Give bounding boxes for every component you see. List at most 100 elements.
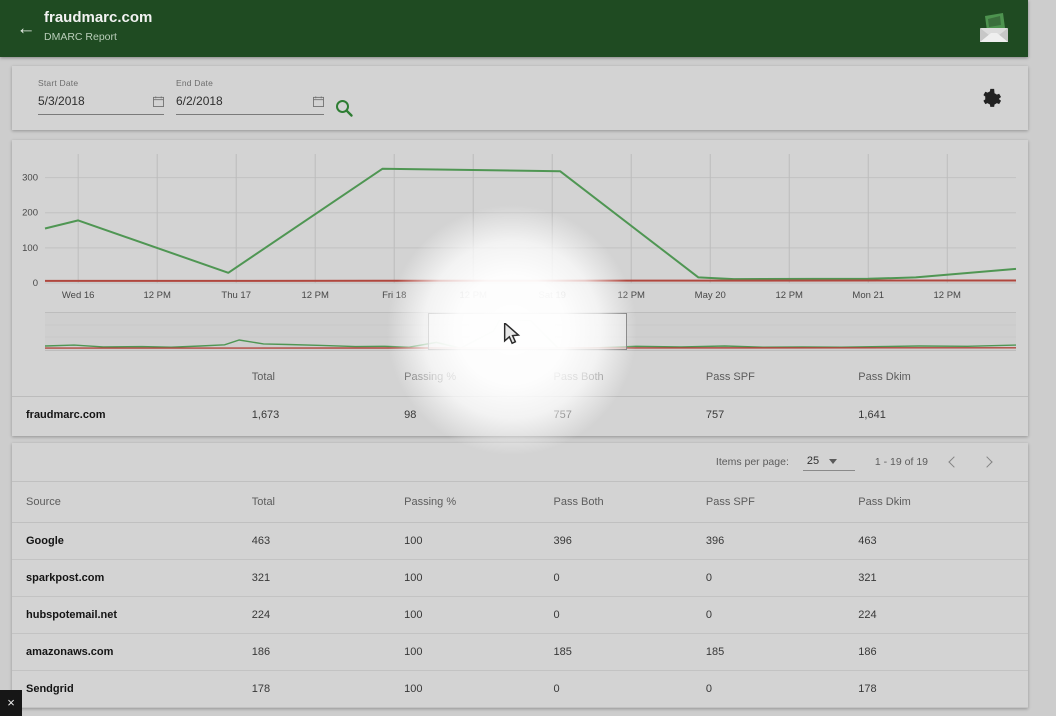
chevron-down-icon xyxy=(829,459,837,464)
cell-value: 186 xyxy=(858,633,1028,670)
table-header-row: SourceTotalPassing %Pass BothPass SPFPas… xyxy=(12,482,1028,522)
chart-range-selector[interactable] xyxy=(45,312,1016,351)
chevron-right-icon xyxy=(981,456,992,467)
cell-value: 100 xyxy=(404,633,553,670)
sources-table: SourceTotalPassing %Pass BothPass SPFPas… xyxy=(12,482,1028,708)
cell-value: 757 xyxy=(706,396,858,434)
column-header: Total xyxy=(252,482,404,522)
chevron-left-icon xyxy=(948,456,959,467)
x-axis-tick-label: 12 PM xyxy=(617,290,645,301)
cell-value: 185 xyxy=(706,633,858,670)
passing-volume-line xyxy=(45,169,1016,279)
cell-value: 224 xyxy=(252,596,404,633)
items-per-page-value: 25 xyxy=(807,455,819,467)
y-axis-tick-label: 200 xyxy=(22,208,38,219)
cell-value: 396 xyxy=(706,522,858,559)
cell-value: 100 xyxy=(404,596,553,633)
column-header: Passing % xyxy=(404,482,553,522)
row-label: sparkpost.com xyxy=(12,559,252,596)
row-label: amazonaws.com xyxy=(12,633,252,670)
x-axis-tick-label: Fri 18 xyxy=(382,290,406,301)
x-axis-tick-label: 12 PM xyxy=(776,290,804,301)
x-axis-tick-label: Thu 17 xyxy=(221,290,251,301)
start-date-label: Start Date xyxy=(38,78,164,88)
page-range-label: 1 - 19 of 19 xyxy=(875,456,928,468)
x-axis-tick-label: Sat 19 xyxy=(538,290,565,301)
x-axis-tick-label: 12 PM xyxy=(934,290,962,301)
row-label: hubspotemail.net xyxy=(12,596,252,633)
close-overlay-button[interactable]: × xyxy=(0,690,22,716)
y-axis-tick-label: 0 xyxy=(33,278,38,289)
table-row[interactable]: fraudmarc.com1,673987577571,641 xyxy=(12,396,1028,434)
cell-value: 100 xyxy=(404,559,553,596)
column-header: Source xyxy=(12,482,252,522)
sources-table-card: Items per page: 25 1 - 19 of 19 SourceTo… xyxy=(12,443,1028,708)
start-date-value[interactable]: 5/3/2018 xyxy=(38,94,85,108)
cell-value: 224 xyxy=(858,596,1028,633)
cell-value: 0 xyxy=(554,559,706,596)
page-subtitle: DMARC Report xyxy=(44,31,117,43)
y-axis-tick-label: 300 xyxy=(22,173,38,184)
cell-value: 463 xyxy=(252,522,404,559)
x-axis-tick-label: 12 PM xyxy=(143,290,171,301)
column-header: Pass Dkim xyxy=(858,358,1028,396)
cell-value: 178 xyxy=(858,670,1028,707)
cell-value: 396 xyxy=(554,522,706,559)
domain-summary-table: TotalPassing %Pass BothPass SPFPass Dkim… xyxy=(12,358,1028,434)
date-filter-toolbar: Start Date 5/3/2018 End Date 6/2/2018 xyxy=(12,66,1028,130)
dmarc-volume-chart-card: 0100200300Wed 1612 PMThu 1712 PMFri 1812… xyxy=(12,140,1028,436)
previous-page-button[interactable] xyxy=(942,451,964,473)
row-label: fraudmarc.com xyxy=(12,396,252,434)
table-header-row: TotalPassing %Pass BothPass SPFPass Dkim xyxy=(12,358,1028,396)
cell-value: 1,673 xyxy=(252,396,404,434)
row-label: Google xyxy=(12,522,252,559)
column-header: Pass Both xyxy=(554,482,706,522)
end-date-value[interactable]: 6/2/2018 xyxy=(176,94,223,108)
cell-value: 178 xyxy=(252,670,404,707)
fraudmarc-envelope-logo-icon xyxy=(974,8,1014,46)
calendar-icon[interactable] xyxy=(313,96,324,107)
cell-value: 0 xyxy=(706,596,858,633)
column-header: Pass SPF xyxy=(706,482,858,522)
dmarc-report-page: ← fraudmarc.com DMARC Report Start Date … xyxy=(0,0,1056,716)
column-header: Passing % xyxy=(404,358,553,396)
column-header xyxy=(12,358,252,396)
cell-value: 98 xyxy=(404,396,553,434)
cell-value: 100 xyxy=(404,522,553,559)
y-axis-tick-label: 100 xyxy=(22,243,38,254)
back-arrow-icon[interactable]: ← xyxy=(14,17,38,41)
brush-selection-window[interactable] xyxy=(428,313,627,350)
cell-value: 321 xyxy=(252,559,404,596)
calendar-icon[interactable] xyxy=(153,96,164,107)
end-date-field[interactable]: End Date 6/2/2018 xyxy=(176,78,324,115)
table-row[interactable]: sparkpost.com32110000321 xyxy=(12,559,1028,596)
app-header: ← fraudmarc.com DMARC Report xyxy=(0,0,1028,57)
cell-value: 185 xyxy=(554,633,706,670)
x-axis-tick-label: 12 PM xyxy=(301,290,329,301)
next-page-button[interactable] xyxy=(978,451,1000,473)
column-header: Total xyxy=(252,358,404,396)
cell-value: 100 xyxy=(404,670,553,707)
cell-value: 321 xyxy=(858,559,1028,596)
items-per-page-label: Items per page: xyxy=(716,456,789,468)
cell-value: 463 xyxy=(858,522,1028,559)
cell-value: 0 xyxy=(706,559,858,596)
paginator: Items per page: 25 1 - 19 of 19 xyxy=(716,443,1000,481)
start-date-field[interactable]: Start Date 5/3/2018 xyxy=(38,78,164,115)
settings-gear-icon[interactable] xyxy=(979,87,1002,110)
x-axis-tick-label: Mon 21 xyxy=(852,290,884,301)
cell-value: 0 xyxy=(706,670,858,707)
table-row[interactable]: Sendgrid17810000178 xyxy=(12,670,1028,707)
items-per-page-select[interactable]: 25 xyxy=(803,453,855,471)
column-header: Pass Dkim xyxy=(858,482,1028,522)
cell-value: 757 xyxy=(554,396,706,434)
table-row[interactable]: amazonaws.com186100185185186 xyxy=(12,633,1028,670)
table-row[interactable]: Google463100396396463 xyxy=(12,522,1028,559)
cell-value: 186 xyxy=(252,633,404,670)
x-axis-tick-label: May 20 xyxy=(695,290,726,301)
dmarc-volume-line-chart: 0100200300Wed 1612 PMThu 1712 PMFri 1812… xyxy=(12,140,1028,308)
search-icon[interactable] xyxy=(334,98,354,118)
mouse-cursor-icon xyxy=(503,323,521,345)
end-date-label: End Date xyxy=(176,78,324,88)
table-row[interactable]: hubspotemail.net22410000224 xyxy=(12,596,1028,633)
